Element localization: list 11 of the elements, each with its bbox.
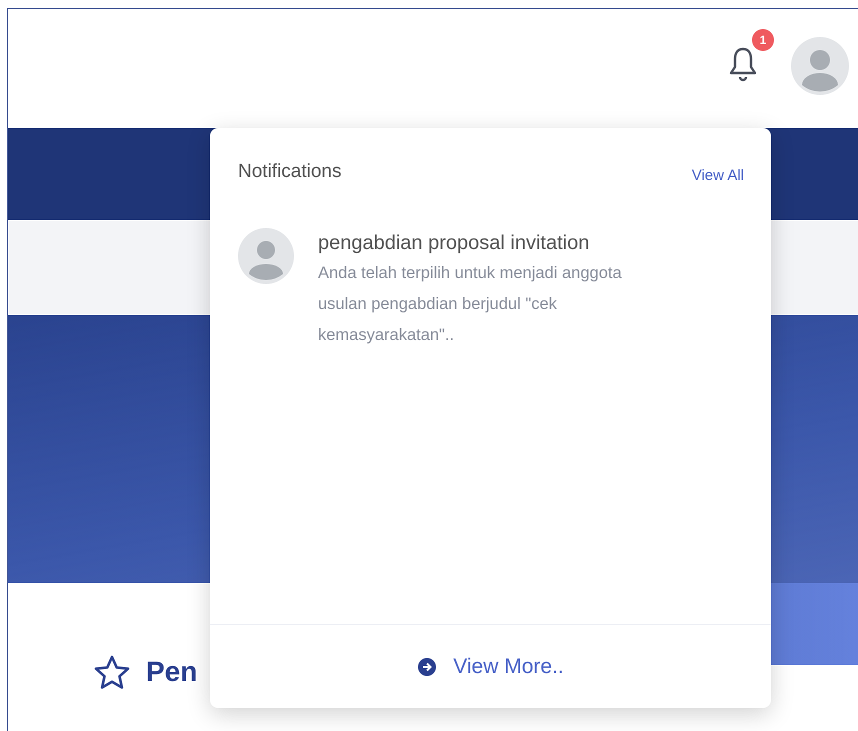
notification-item[interactable]: pengabdian proposal invitation Anda telah terpilih untuk menjadi anggota usulan pengabdian berjudul "cek kemasyarakatan"..	[238, 228, 744, 350]
arrow-circle-icon	[417, 656, 438, 676]
view-more-link[interactable]: View More..	[417, 650, 564, 682]
dropdown-title: Notifications	[238, 160, 342, 184]
section-title: Pen	[146, 655, 198, 689]
avatar-icon	[238, 228, 294, 284]
notification-message: Anda telah terpilih untuk menjadi anggota usulan pengabdian berjudul "cek kemasyarakatan"..	[318, 262, 623, 346]
star-icon	[94, 655, 130, 689]
notification-title: pengabdian proposal invitation	[318, 230, 590, 256]
view-all-link[interactable]: View All	[692, 165, 744, 188]
notification-count: 1	[752, 29, 774, 51]
